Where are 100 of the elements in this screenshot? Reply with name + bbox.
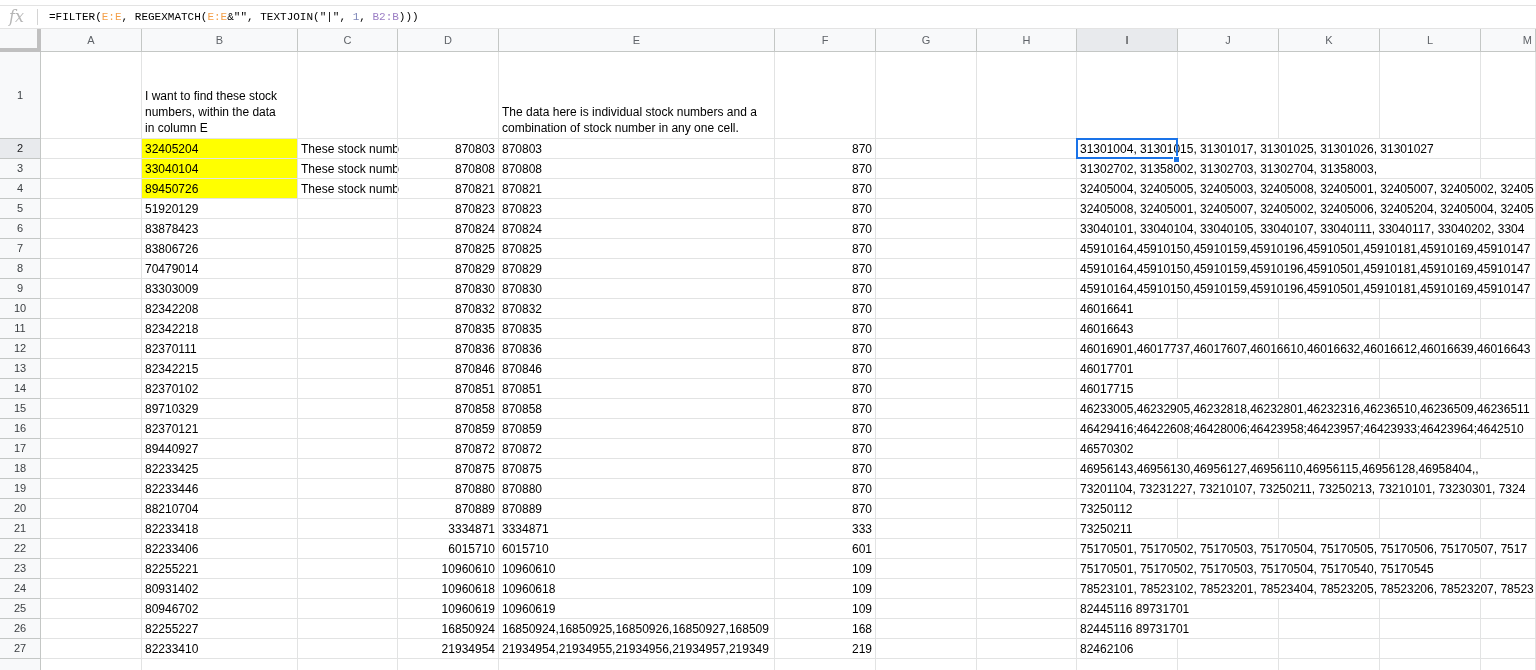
table-cell-text: 82233446 — [144, 480, 200, 498]
row-header[interactable]: 2 — [0, 139, 40, 158]
table-cell-text: 870 — [850, 200, 873, 218]
row-header[interactable]: 5 — [0, 199, 40, 218]
table-cell-text: 870872 — [453, 440, 496, 458]
row-header[interactable]: 20 — [0, 499, 40, 518]
table-cell-text: 870832 — [453, 300, 496, 318]
table-cell-text: 870859 — [501, 420, 544, 438]
row-header[interactable]: 14 — [0, 379, 40, 398]
row-header[interactable]: 11 — [0, 319, 40, 338]
table-cell-text: 45910164,45910150,45910159,45910196,45910501,45910181,45910169,45910147 — [1079, 281, 1532, 296]
formula-field[interactable]: =FILTER(E:E, REGEXMATCH(E:E&"", TEXTJOIN("|", 1, B2:B))) — [37, 6, 1536, 28]
table-cell-text: 870836 — [501, 340, 544, 358]
table-cell-text: 6015710 — [501, 540, 550, 558]
table-cell-text: 78523101, 78523102, 78523201, 78523404, 78523205, 78523206, 78523207, 78523 — [1079, 581, 1535, 596]
column-header[interactable]: J — [1178, 29, 1279, 52]
row-header[interactable]: 27 — [0, 639, 40, 658]
table-cell-text: 870830 — [501, 280, 544, 298]
table-cell-text: 870 — [850, 340, 873, 358]
row-header[interactable]: 18 — [0, 459, 40, 478]
table-cell-text: 870 — [850, 160, 873, 178]
table-cell-text: 82370102 — [144, 380, 200, 398]
table-cell-text: 870821 — [453, 180, 496, 198]
table-cell-text: 16850924 — [440, 620, 496, 638]
table-cell-text: 73250211 — [1079, 521, 1134, 536]
table-cell-text: 75170501, 75170502, 75170503, 75170504, 75170540, 75170545 — [1079, 561, 1435, 576]
table-cell-text: 870835 — [453, 320, 496, 338]
table-cell-text: 109 — [850, 600, 873, 618]
fill-handle[interactable] — [1173, 156, 1180, 163]
column-header[interactable]: K — [1279, 29, 1380, 52]
row-header[interactable]: 19 — [0, 479, 40, 498]
table-cell-text: 870 — [850, 240, 873, 258]
table-cell-text: 870825 — [501, 240, 544, 258]
table-cell-text: 46017715 — [1079, 381, 1135, 396]
table-cell-text: 82233425 — [144, 460, 200, 478]
row-header[interactable]: 7 — [0, 239, 40, 258]
table-cell-text: 870872 — [501, 440, 544, 458]
column-header[interactable]: B — [142, 29, 298, 52]
row-header[interactable]: 21 — [0, 519, 40, 538]
row-header[interactable]: 13 — [0, 359, 40, 378]
table-cell-text: 70479014 — [144, 260, 200, 278]
row-header[interactable]: 10 — [0, 299, 40, 318]
table-cell-text: 3334871 — [501, 520, 550, 538]
column-header[interactable]: L — [1380, 29, 1481, 52]
table-cell-text: 82462106 — [1079, 641, 1135, 656]
table-cell-text: 21934954 — [440, 640, 496, 658]
table-cell-text: 870851 — [501, 380, 544, 398]
table-cell-text: 82445116 89731701 — [1079, 601, 1191, 616]
table-cell-text: 82233410 — [144, 640, 200, 658]
table-cell-text: I want to find these stock numbers, within the data in column E — [144, 88, 279, 137]
row-header[interactable]: 16 — [0, 419, 40, 438]
column-header[interactable]: C — [298, 29, 398, 52]
table-cell-text: 870859 — [453, 420, 496, 438]
row-header[interactable]: 22 — [0, 539, 40, 558]
table-cell-text: 870803 — [501, 140, 544, 158]
table-cell-text: 870846 — [453, 360, 496, 378]
row-header[interactable]: 24 — [0, 579, 40, 598]
table-cell-text: 6015710 — [447, 540, 496, 558]
table-cell-text: 46017701 — [1079, 361, 1135, 376]
column-header[interactable]: M — [1481, 29, 1536, 52]
table-cell-text: 870 — [850, 380, 873, 398]
table-cell-text: 870880 — [501, 480, 544, 498]
table-cell-text: 10960618 — [501, 580, 557, 598]
table-cell-text: 870821 — [501, 180, 544, 198]
row-header[interactable]: 1 — [0, 52, 40, 138]
function-label: fx — [9, 7, 24, 27]
table-cell-text: 219 — [850, 640, 873, 658]
table-cell-text: 82445116 89731701 — [1079, 621, 1191, 636]
table-cell-text: 10960619 — [501, 600, 557, 618]
column-header[interactable]: D — [398, 29, 499, 52]
table-cell-text: 82255221 — [144, 560, 200, 578]
column-header[interactable]: I — [1077, 29, 1178, 52]
column-header[interactable]: G — [876, 29, 977, 52]
row-header[interactable]: 15 — [0, 399, 40, 418]
table-cell: 89450726 — [142, 179, 297, 198]
table-cell-text: The data here is individual stock numbers and a combination of stock number in any one cell. — [501, 104, 758, 137]
row-header[interactable]: 8 — [0, 259, 40, 278]
column-header[interactable]: E — [499, 29, 775, 52]
row-header[interactable]: 26 — [0, 619, 40, 638]
table-cell-text: 870 — [850, 480, 873, 498]
row-header[interactable]: 4 — [0, 179, 40, 198]
table-cell-text: 3334871 — [447, 520, 496, 538]
row-header[interactable]: 3 — [0, 159, 40, 178]
row-header[interactable]: 17 — [0, 439, 40, 458]
row-header[interactable]: 12 — [0, 339, 40, 358]
row-header[interactable]: 9 — [0, 279, 40, 298]
table-cell-text: 870823 — [453, 200, 496, 218]
row-header[interactable]: 6 — [0, 219, 40, 238]
table-cell-text: 82370111 — [144, 340, 198, 358]
column-header[interactable]: A — [41, 29, 142, 52]
table-cell-text: 870825 — [453, 240, 496, 258]
column-header[interactable]: H — [977, 29, 1077, 52]
table-cell-text: 88210704 — [144, 500, 200, 518]
table-cell-text: 82233418 — [144, 520, 200, 538]
row-header[interactable]: 23 — [0, 559, 40, 578]
select-all-corner[interactable] — [0, 29, 41, 52]
row-header[interactable]: 25 — [0, 599, 40, 618]
table-cell-text: 870836 — [453, 340, 496, 358]
column-header[interactable]: F — [775, 29, 876, 52]
table-cell-text: 32405004, 32405005, 32405003, 32405008, 32405001, 32405007, 32405002, 32405 — [1079, 181, 1535, 196]
